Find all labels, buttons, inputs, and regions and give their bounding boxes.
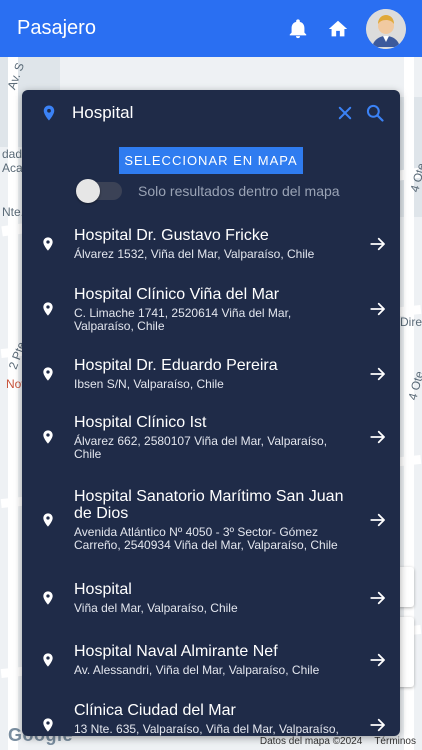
result-address: Ibsen S/N, Valparaíso, Chile xyxy=(74,377,224,391)
location-pin-icon xyxy=(22,509,74,531)
result-address: Av. Alessandri, Viña del Mar, Valparaíso… xyxy=(74,663,320,677)
result-address: Viña del Mar, Valparaíso, Chile xyxy=(74,601,238,615)
result-address: Álvarez 662, 2580107 Viña del Mar, Valpa… xyxy=(74,433,328,461)
toggle-label: Solo resultados dentro del mapa xyxy=(138,183,340,199)
arrow-right-icon[interactable] xyxy=(356,300,400,318)
result-address: 13 Nte. 635, Valparaíso, Viña del Mar, V… xyxy=(74,721,339,736)
location-pin-icon xyxy=(22,426,74,448)
map-results-toggle[interactable] xyxy=(76,179,122,203)
result-address: C. Limache 1741, 2520614 Viña del Mar, V… xyxy=(74,305,292,333)
list-item[interactable]: Hospital Dr. Eduardo Pereira Ibsen S/N, V… xyxy=(22,346,400,402)
result-address: Avenida Atlántico Nº 4050 - 3º Sector- G… xyxy=(74,525,338,552)
toggle-knob xyxy=(76,179,100,203)
location-pin-icon xyxy=(22,363,74,385)
avatar[interactable] xyxy=(366,8,406,49)
select-on-map-button[interactable]: SELECCIONAR EN MAPA xyxy=(119,147,303,174)
map-place-label: dad xyxy=(2,147,23,161)
map-terms-link[interactable]: Términos xyxy=(374,736,416,747)
list-item[interactable]: Hospital Dr. Gustavo Fricke Álvarez 1532,… xyxy=(22,216,400,272)
close-icon[interactable] xyxy=(332,100,358,126)
map-results-toggle-row: Solo resultados dentro del mapa xyxy=(22,178,400,204)
list-item[interactable]: Hospital Viña del Mar, Valparaíso, Chile xyxy=(22,572,400,624)
app-header: Pasajero xyxy=(0,0,422,57)
map-data-credit: Datos del mapa ©2024 xyxy=(259,736,363,747)
search-icon[interactable] xyxy=(362,100,388,126)
arrow-right-icon[interactable] xyxy=(356,589,400,607)
location-pin-icon xyxy=(22,649,74,671)
bell-icon[interactable] xyxy=(278,9,318,49)
location-pin-icon xyxy=(22,587,74,609)
search-input[interactable] xyxy=(72,103,332,123)
result-title: Clínica Ciudad del Mar xyxy=(74,701,236,719)
search-bar xyxy=(22,90,400,136)
arrow-right-icon[interactable] xyxy=(356,651,400,669)
result-title: Hospital Naval Almirante Nef xyxy=(74,643,278,660)
location-pin-icon xyxy=(22,298,74,320)
page-title: Pasajero xyxy=(17,17,96,39)
arrow-right-icon[interactable] xyxy=(356,511,400,529)
home-icon[interactable] xyxy=(318,9,358,49)
result-title: Hospital Clínico Viña del Mar xyxy=(74,285,280,303)
result-title: Hospital Dr. Eduardo Pereira xyxy=(74,357,278,374)
result-title: Hospital Clínico Ist xyxy=(74,413,207,431)
list-item[interactable]: Hospital Sanatorio Marítimo San Juan de … xyxy=(22,478,400,562)
map-street-label: Dirección xyxy=(400,315,422,329)
result-title: Hospital Sanatorio Marítimo San Juan de … xyxy=(74,488,344,522)
result-title: Hospital Dr. Gustavo Fricke xyxy=(74,227,269,244)
list-item[interactable]: Hospital Clínico Ist Álvarez 662, 2580107… xyxy=(22,406,400,468)
arrow-right-icon[interactable] xyxy=(356,365,400,383)
list-item[interactable]: Hospital Naval Almirante Nef Av. Alessand… xyxy=(22,632,400,688)
arrow-right-icon[interactable] xyxy=(356,428,400,446)
map-street-label: Nte. xyxy=(2,205,25,219)
search-panel: SELECCIONAR EN MAPA Solo resultados dent… xyxy=(22,90,400,736)
result-title: Hospital xyxy=(74,581,132,598)
location-pin-icon xyxy=(22,714,74,736)
location-pin-icon xyxy=(36,100,62,126)
list-item[interactable]: Hospital Clínico Viña del Mar C. Limache … xyxy=(22,278,400,340)
list-item[interactable]: Clínica Ciudad del Mar 13 Nte. 635, Valpa… xyxy=(22,694,400,736)
arrow-right-icon[interactable] xyxy=(356,716,400,734)
location-pin-icon xyxy=(22,233,74,255)
map-footer: Datos del mapa ©2024 Términos xyxy=(260,736,416,747)
result-address: Álvarez 1532, Viña del Mar, Valparaíso, … xyxy=(74,247,315,261)
arrow-right-icon[interactable] xyxy=(356,235,400,253)
